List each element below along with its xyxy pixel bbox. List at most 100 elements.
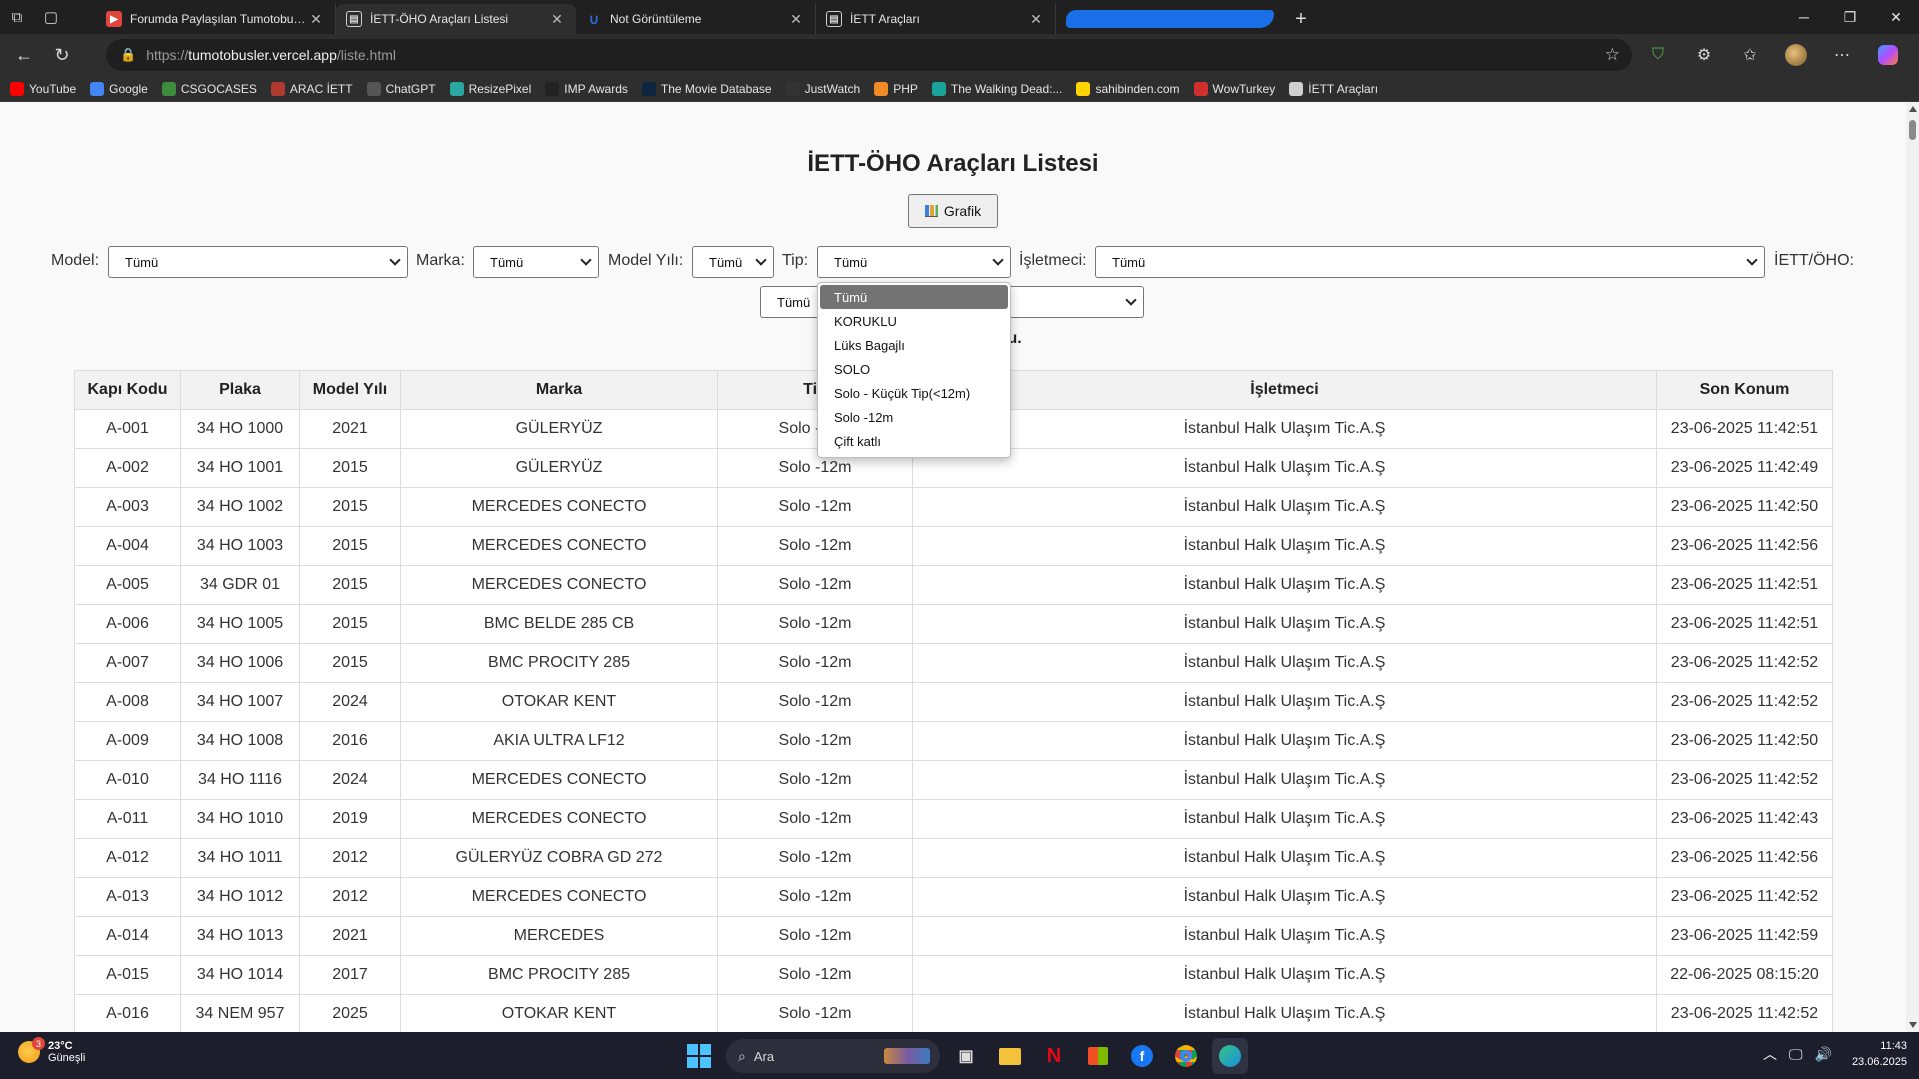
new-tab-button[interactable]: + [1284, 4, 1318, 34]
netflix-icon[interactable]: N [1036, 1038, 1072, 1074]
table-row[interactable]: A-008 34 HO 1007 2024 OTOKAR KENT Solo -12m İ… [74, 682, 1833, 722]
chrome-icon[interactable] [1168, 1038, 1204, 1074]
table-row[interactable]: A-016 34 NEM 957 2025 OTOKAR KENT Solo -12m İ… [74, 994, 1833, 1032]
tip-select[interactable]: Tümü [817, 246, 1011, 278]
bookmark-item[interactable]: ResizePixel [449, 81, 531, 96]
table-row[interactable]: A-007 34 HO 1006 2015 BMC PROCITY 285 Solo -… [74, 643, 1833, 683]
bookmark-item[interactable]: Google [90, 81, 148, 96]
bookmark-item[interactable]: İETT Araçları [1289, 81, 1378, 96]
bookmark-item[interactable]: PHP [874, 81, 918, 96]
bookmark-item[interactable]: YouTube [10, 81, 76, 96]
table-row[interactable]: A-013 34 HO 1012 2012 MERCEDES CONECTO Solo … [74, 877, 1833, 917]
tip-option[interactable]: Çift katlı [818, 429, 1010, 453]
column-header-model-yili[interactable]: Model Yılı [299, 370, 401, 410]
table-cell: Solo -12m [717, 643, 913, 683]
column-header-marka[interactable]: Marka [400, 370, 718, 410]
tab-forum[interactable]: ▶ Forumda Paylaşılan Tumotobusler ✕ [96, 4, 336, 34]
bookmark-item[interactable]: CSGOCASES [161, 81, 257, 96]
restore-icon[interactable]: ❐ [1827, 0, 1873, 34]
tip-option[interactable]: Solo -12m [818, 405, 1010, 429]
table-row[interactable]: A-011 34 HO 1010 2019 MERCEDES CONECTO Solo … [74, 799, 1833, 839]
bookmark-item[interactable]: The Walking Dead:... [931, 81, 1062, 96]
close-tab-icon[interactable]: ✕ [787, 11, 805, 28]
column-header-isletmeci[interactable]: İşletmeci [912, 370, 1657, 410]
bookmark-item[interactable]: ChatGPT [366, 81, 436, 96]
workspaces-icon[interactable]: ⧉ [0, 0, 34, 34]
close-tab-icon[interactable]: ✕ [548, 11, 566, 28]
close-tab-icon[interactable]: ✕ [1027, 11, 1045, 28]
edge-icon[interactable] [1212, 1038, 1248, 1074]
taskbar-search[interactable]: ⌕ Ara [726, 1039, 940, 1073]
weather-widget[interactable]: 3 23°C Güneşli [18, 1037, 85, 1064]
table-row[interactable]: A-005 34 GDR 01 2015 MERCEDES CONECTO Solo -… [74, 565, 1833, 605]
table-cell: MERCEDES CONECTO [400, 760, 718, 800]
bookmark-item[interactable]: ARAC İETT [270, 81, 353, 96]
tip-option[interactable]: KORUKLU [818, 309, 1010, 333]
page-scrollbar[interactable] [1906, 102, 1919, 1032]
table-row[interactable]: A-009 34 HO 1008 2016 AKIA ULTRA LF12 Solo -… [74, 721, 1833, 761]
table-cell: 2015 [299, 526, 401, 566]
facebook-icon[interactable]: f [1124, 1038, 1160, 1074]
scroll-down-icon[interactable] [1909, 1022, 1917, 1028]
column-header-plaka[interactable]: Plaka [180, 370, 300, 410]
column-header-kapi-kodu[interactable]: Kapı Kodu [74, 370, 181, 410]
tip-option[interactable]: Tümü [820, 285, 1008, 309]
volume-icon[interactable]: 🔊 [1815, 1046, 1832, 1063]
table-row[interactable]: A-015 34 HO 1014 2017 BMC PROCITY 285 Solo -… [74, 955, 1833, 995]
grafik-button[interactable]: Grafik [908, 194, 998, 228]
favorites-icon[interactable]: ✩ [1727, 38, 1773, 72]
bookmark-item[interactable]: The Movie Database [641, 81, 772, 96]
system-tray: ︿ 🖵 🔊 11:43 23.06.2025 [1763, 1038, 1907, 1070]
back-icon[interactable]: ← [6, 37, 42, 73]
tab-actions-icon[interactable]: ▢ [34, 0, 68, 34]
address-bar[interactable]: 🔒 https://tumotobusler.vercel.app/liste.… [106, 39, 1632, 71]
tip-option[interactable]: Lüks Bagajlı [818, 333, 1010, 357]
tab-iett-araclari[interactable]: ▤ İETT Araçları ✕ [816, 4, 1056, 34]
model-select[interactable]: Tümü [108, 246, 408, 278]
file-explorer-icon[interactable] [992, 1038, 1028, 1074]
tab-strip: ⧉ ▢ ▶ Forumda Paylaşılan Tumotobusler ✕ … [0, 0, 1919, 34]
close-tab-icon[interactable]: ✕ [307, 11, 325, 28]
marka-select[interactable]: Tümü [473, 246, 599, 278]
table-row[interactable]: A-010 34 HO 1116 2024 MERCEDES CONECTO Solo … [74, 760, 1833, 800]
scroll-thumb[interactable] [1909, 120, 1916, 140]
model-yili-select[interactable]: Tümü [692, 246, 774, 278]
profile-avatar[interactable] [1773, 38, 1819, 72]
shield-icon[interactable]: ⛉ [1635, 38, 1681, 72]
table-cell: 23-06-2025 11:42:52 [1656, 760, 1833, 800]
table-cell: 23-06-2025 11:42:56 [1656, 838, 1833, 878]
table-row[interactable]: A-014 34 HO 1013 2021 MERCEDES Solo -12m İsta… [74, 916, 1833, 956]
windows-start-icon[interactable] [687, 1044, 711, 1068]
table-row[interactable]: A-004 34 HO 1003 2015 MERCEDES CONECTO Solo … [74, 526, 1833, 566]
task-view-icon[interactable]: ▣ [948, 1038, 984, 1074]
refresh-icon[interactable]: ↻ [44, 37, 80, 73]
table-row[interactable]: A-012 34 HO 1011 2012 GÜLERYÜZ COBRA GD 272… [74, 838, 1833, 878]
scroll-up-icon[interactable] [1909, 106, 1917, 112]
favorite-star-icon[interactable]: ☆ [1605, 45, 1620, 65]
table-row[interactable]: A-006 34 HO 1005 2015 BMC BELDE 285 CB Solo … [74, 604, 1833, 644]
bookmark-item[interactable]: IMP Awards [545, 81, 628, 96]
lock-icon[interactable]: 🔒 [120, 47, 136, 63]
bookmark-item[interactable]: sahibinden.com [1076, 81, 1180, 96]
tab-iett-list[interactable]: ▤ İETT-ÖHO Araçları Listesi ✕ [336, 4, 576, 34]
isletmeci-select[interactable]: Tümü [1095, 246, 1765, 278]
copilot-icon[interactable] [1865, 38, 1911, 72]
chevron-up-icon[interactable]: ︿ [1763, 1044, 1777, 1064]
more-menu-icon[interactable]: ⋯ [1819, 38, 1865, 72]
extensions-icon[interactable]: ⚙ [1681, 38, 1727, 72]
minimize-icon[interactable]: ─ [1781, 0, 1827, 34]
tab-redacted[interactable] [1056, 4, 1284, 34]
network-icon[interactable]: 🖵 [1789, 1046, 1803, 1063]
column-header-son-konum[interactable]: Son Konum [1656, 370, 1833, 410]
tip-option[interactable]: Solo - Küçük Tip(<12m) [818, 381, 1010, 405]
bookmark-item[interactable]: WowTurkey [1193, 81, 1275, 96]
bookmark-item[interactable]: JustWatch [785, 81, 860, 96]
tab-not-goruntuleme[interactable]: ∪ Not Görüntüleme ✕ [576, 4, 816, 34]
tip-option[interactable]: SOLO [818, 357, 1010, 381]
table-row[interactable]: A-003 34 HO 1002 2015 MERCEDES CONECTO Solo … [74, 487, 1833, 527]
clock[interactable]: 11:43 23.06.2025 [1852, 1038, 1907, 1070]
microsoft-store-icon[interactable] [1080, 1038, 1116, 1074]
bookmarks-bar: YouTube Google CSGOCASES ARAC İETT ChatGPT Re… [0, 76, 1919, 102]
close-window-icon[interactable]: ✕ [1873, 0, 1919, 34]
table-cell: Solo -12m [717, 604, 913, 644]
